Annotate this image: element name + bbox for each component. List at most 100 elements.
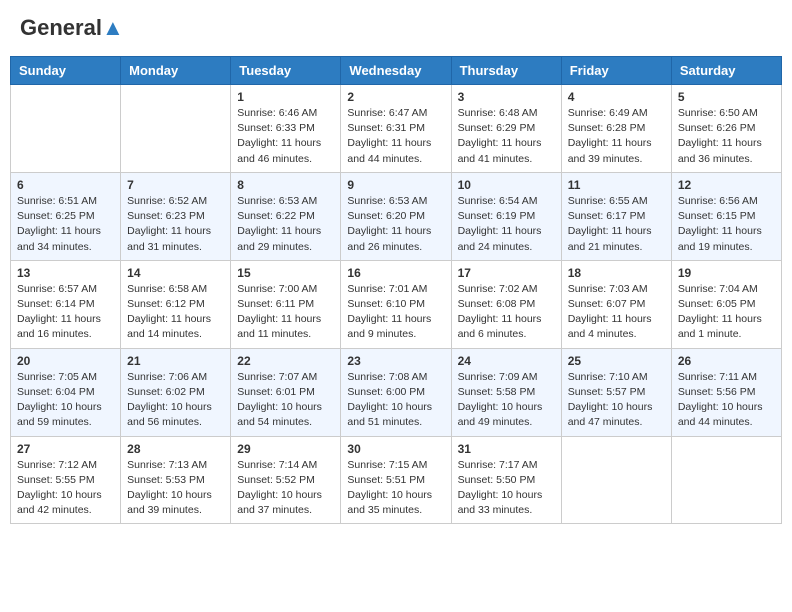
col-header-wednesday: Wednesday: [341, 57, 451, 85]
sunrise-text: Sunrise: 7:03 AM: [568, 283, 648, 295]
sunrise-text: Sunrise: 6:49 AM: [568, 107, 648, 119]
day-number: 28: [127, 442, 224, 456]
daylight-text: Daylight: 11 hours and 1 minute.: [678, 313, 762, 340]
logo-text: General▲: [20, 15, 124, 41]
col-header-monday: Monday: [121, 57, 231, 85]
sunset-text: Sunset: 6:14 PM: [17, 298, 95, 310]
daylight-text: Daylight: 10 hours and 37 minutes.: [237, 489, 322, 516]
daylight-text: Daylight: 11 hours and 41 minutes.: [458, 137, 542, 164]
day-number: 5: [678, 90, 775, 104]
daylight-text: Daylight: 10 hours and 54 minutes.: [237, 401, 322, 428]
day-info: Sunrise: 7:01 AM Sunset: 6:10 PM Dayligh…: [347, 282, 444, 343]
sunset-text: Sunset: 6:19 PM: [458, 210, 536, 222]
calendar-cell: 18 Sunrise: 7:03 AM Sunset: 6:07 PM Dayl…: [561, 260, 671, 348]
daylight-text: Daylight: 10 hours and 51 minutes.: [347, 401, 432, 428]
day-info: Sunrise: 7:03 AM Sunset: 6:07 PM Dayligh…: [568, 282, 665, 343]
calendar-cell: 26 Sunrise: 7:11 AM Sunset: 5:56 PM Dayl…: [671, 348, 781, 436]
calendar-cell: 16 Sunrise: 7:01 AM Sunset: 6:10 PM Dayl…: [341, 260, 451, 348]
sunrise-text: Sunrise: 7:02 AM: [458, 283, 538, 295]
day-number: 14: [127, 266, 224, 280]
sunset-text: Sunset: 6:08 PM: [458, 298, 536, 310]
calendar-cell: 31 Sunrise: 7:17 AM Sunset: 5:50 PM Dayl…: [451, 436, 561, 524]
daylight-text: Daylight: 10 hours and 35 minutes.: [347, 489, 432, 516]
day-number: 20: [17, 354, 114, 368]
sunrise-text: Sunrise: 6:50 AM: [678, 107, 758, 119]
sunrise-text: Sunrise: 7:01 AM: [347, 283, 427, 295]
day-number: 22: [237, 354, 334, 368]
calendar-week-row: 13 Sunrise: 6:57 AM Sunset: 6:14 PM Dayl…: [11, 260, 782, 348]
calendar-cell: 2 Sunrise: 6:47 AM Sunset: 6:31 PM Dayli…: [341, 85, 451, 173]
sunset-text: Sunset: 6:23 PM: [127, 210, 205, 222]
sunset-text: Sunset: 6:31 PM: [347, 122, 425, 134]
day-number: 26: [678, 354, 775, 368]
calendar-cell: [671, 436, 781, 524]
sunrise-text: Sunrise: 7:06 AM: [127, 371, 207, 383]
sunset-text: Sunset: 5:50 PM: [458, 474, 536, 486]
calendar-cell: 30 Sunrise: 7:15 AM Sunset: 5:51 PM Dayl…: [341, 436, 451, 524]
day-number: 24: [458, 354, 555, 368]
sunrise-text: Sunrise: 6:46 AM: [237, 107, 317, 119]
calendar-cell: 17 Sunrise: 7:02 AM Sunset: 6:08 PM Dayl…: [451, 260, 561, 348]
day-number: 1: [237, 90, 334, 104]
sunrise-text: Sunrise: 7:00 AM: [237, 283, 317, 295]
day-number: 29: [237, 442, 334, 456]
day-number: 25: [568, 354, 665, 368]
day-info: Sunrise: 6:58 AM Sunset: 6:12 PM Dayligh…: [127, 282, 224, 343]
day-info: Sunrise: 7:11 AM Sunset: 5:56 PM Dayligh…: [678, 370, 775, 431]
sunrise-text: Sunrise: 7:05 AM: [17, 371, 97, 383]
calendar-cell: 21 Sunrise: 7:06 AM Sunset: 6:02 PM Dayl…: [121, 348, 231, 436]
daylight-text: Daylight: 11 hours and 39 minutes.: [568, 137, 652, 164]
day-number: 15: [237, 266, 334, 280]
day-info: Sunrise: 7:02 AM Sunset: 6:08 PM Dayligh…: [458, 282, 555, 343]
day-number: 16: [347, 266, 444, 280]
day-info: Sunrise: 7:10 AM Sunset: 5:57 PM Dayligh…: [568, 370, 665, 431]
day-info: Sunrise: 7:13 AM Sunset: 5:53 PM Dayligh…: [127, 458, 224, 519]
daylight-text: Daylight: 11 hours and 14 minutes.: [127, 313, 211, 340]
day-info: Sunrise: 7:09 AM Sunset: 5:58 PM Dayligh…: [458, 370, 555, 431]
sunset-text: Sunset: 6:17 PM: [568, 210, 646, 222]
sunset-text: Sunset: 6:29 PM: [458, 122, 536, 134]
sunset-text: Sunset: 6:11 PM: [237, 298, 314, 310]
logo: General▲: [20, 15, 124, 41]
daylight-text: Daylight: 11 hours and 36 minutes.: [678, 137, 762, 164]
day-info: Sunrise: 7:12 AM Sunset: 5:55 PM Dayligh…: [17, 458, 114, 519]
daylight-text: Daylight: 11 hours and 31 minutes.: [127, 225, 211, 252]
calendar-cell: 23 Sunrise: 7:08 AM Sunset: 6:00 PM Dayl…: [341, 348, 451, 436]
day-info: Sunrise: 6:53 AM Sunset: 6:22 PM Dayligh…: [237, 194, 334, 255]
day-number: 13: [17, 266, 114, 280]
calendar-cell: 8 Sunrise: 6:53 AM Sunset: 6:22 PM Dayli…: [231, 172, 341, 260]
daylight-text: Daylight: 11 hours and 6 minutes.: [458, 313, 542, 340]
calendar-cell: 9 Sunrise: 6:53 AM Sunset: 6:20 PM Dayli…: [341, 172, 451, 260]
sunset-text: Sunset: 6:20 PM: [347, 210, 425, 222]
calendar-cell: 5 Sunrise: 6:50 AM Sunset: 6:26 PM Dayli…: [671, 85, 781, 173]
col-header-sunday: Sunday: [11, 57, 121, 85]
sunrise-text: Sunrise: 7:10 AM: [568, 371, 648, 383]
calendar-header-row: SundayMondayTuesdayWednesdayThursdayFrid…: [11, 57, 782, 85]
daylight-text: Daylight: 10 hours and 49 minutes.: [458, 401, 543, 428]
page-header: General▲: [10, 10, 782, 46]
sunrise-text: Sunrise: 6:55 AM: [568, 195, 648, 207]
sunrise-text: Sunrise: 6:54 AM: [458, 195, 538, 207]
day-number: 11: [568, 178, 665, 192]
sunset-text: Sunset: 5:56 PM: [678, 386, 756, 398]
sunset-text: Sunset: 6:00 PM: [347, 386, 425, 398]
col-header-friday: Friday: [561, 57, 671, 85]
day-number: 21: [127, 354, 224, 368]
day-number: 8: [237, 178, 334, 192]
calendar-cell: 19 Sunrise: 7:04 AM Sunset: 6:05 PM Dayl…: [671, 260, 781, 348]
day-info: Sunrise: 6:48 AM Sunset: 6:29 PM Dayligh…: [458, 106, 555, 167]
calendar-cell: 20 Sunrise: 7:05 AM Sunset: 6:04 PM Dayl…: [11, 348, 121, 436]
sunrise-text: Sunrise: 7:07 AM: [237, 371, 317, 383]
sunset-text: Sunset: 6:33 PM: [237, 122, 315, 134]
day-info: Sunrise: 6:55 AM Sunset: 6:17 PM Dayligh…: [568, 194, 665, 255]
sunrise-text: Sunrise: 7:11 AM: [678, 371, 757, 383]
sunset-text: Sunset: 6:05 PM: [678, 298, 756, 310]
daylight-text: Daylight: 10 hours and 59 minutes.: [17, 401, 102, 428]
sunrise-text: Sunrise: 7:15 AM: [347, 459, 427, 471]
sunrise-text: Sunrise: 7:14 AM: [237, 459, 317, 471]
sunset-text: Sunset: 6:12 PM: [127, 298, 205, 310]
calendar-week-row: 20 Sunrise: 7:05 AM Sunset: 6:04 PM Dayl…: [11, 348, 782, 436]
day-info: Sunrise: 6:56 AM Sunset: 6:15 PM Dayligh…: [678, 194, 775, 255]
sunrise-text: Sunrise: 7:09 AM: [458, 371, 538, 383]
sunset-text: Sunset: 6:01 PM: [237, 386, 315, 398]
